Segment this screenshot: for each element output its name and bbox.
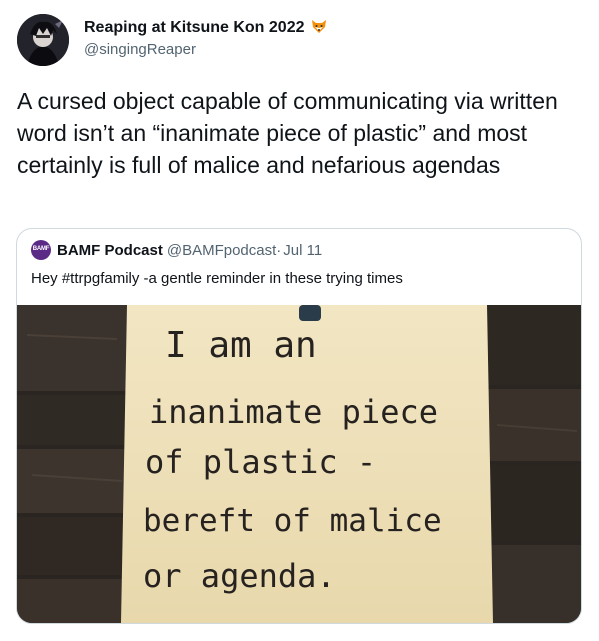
quoted-tweet-header: BAMF BAMF Podcast @BAMFpodcast · Jul 11 [31, 240, 322, 260]
quoted-handle[interactable]: @BAMFpodcast [167, 242, 276, 259]
handwritten-note-photo: I am an inanimate piece of plastic - ber… [17, 305, 581, 623]
quoted-tweet[interactable]: BAMF BAMF Podcast @BAMFpodcast · Jul 11 … [16, 228, 582, 624]
tweet: Reaping at Kitsune Kon 2022 @singingReap… [0, 0, 599, 641]
quoted-date[interactable]: Jul 11 [283, 242, 322, 259]
tweet-text: A cursed object capable of communicating… [17, 88, 558, 178]
quoted-avatar-text: BAMF [32, 246, 50, 252]
user-avatar[interactable] [17, 14, 69, 66]
quoted-tweet-text: Hey #ttrpgfamily -a gentle reminder in t… [31, 270, 403, 287]
separator-dot: · [276, 241, 282, 259]
note-line: bereft of malice [143, 503, 442, 539]
display-name[interactable]: Reaping at Kitsune Kon 2022 [84, 18, 327, 39]
display-name-text: Reaping at Kitsune Kon 2022 [84, 19, 305, 36]
fox-face-icon [311, 18, 327, 39]
quoted-image[interactable]: I am an inanimate piece of plastic - ber… [17, 305, 581, 623]
avatar-image [17, 14, 69, 66]
quoted-avatar[interactable]: BAMF [31, 240, 51, 260]
user-handle[interactable]: @singingReaper [84, 41, 196, 58]
note-line: of plastic - [145, 443, 376, 481]
note-line: inanimate piece [149, 393, 438, 431]
tape-clip [299, 305, 321, 321]
note-line: or agenda. [143, 557, 336, 595]
quoted-display-name[interactable]: BAMF Podcast [57, 242, 163, 259]
note-line: I am an [165, 325, 317, 366]
